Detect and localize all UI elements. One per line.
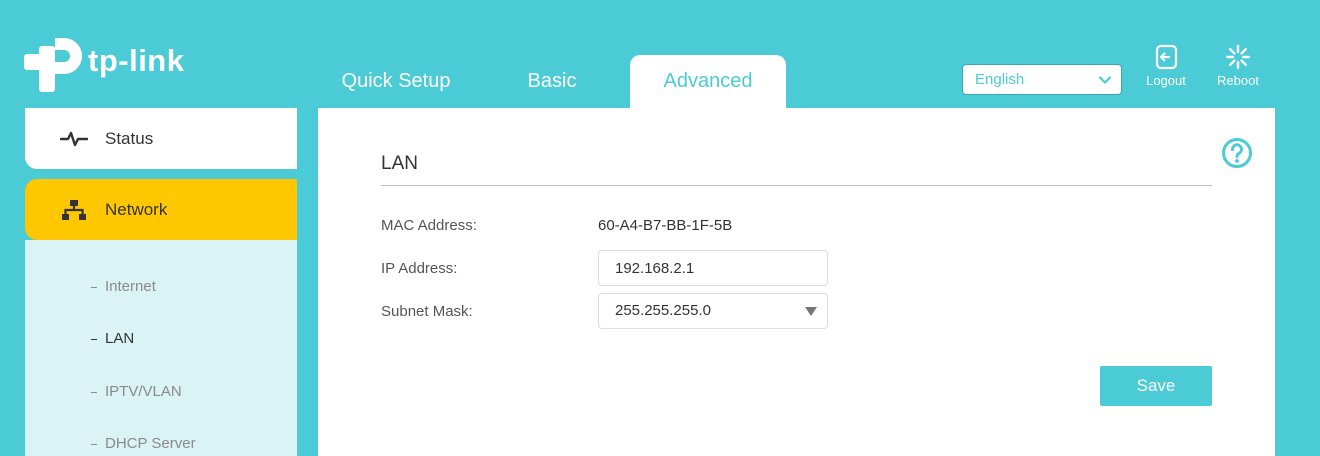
main-panel: LAN MAC Address: 60-A4-B7-BB-1F-5B IP Ad… — [318, 108, 1275, 456]
tab-basic[interactable]: Basic — [474, 55, 630, 108]
language-select[interactable]: English — [962, 64, 1122, 95]
tp-link-logo-icon — [24, 38, 82, 92]
subnet-mask-select[interactable]: 255.255.255.0 — [598, 293, 828, 329]
submenu-item-label: LAN — [105, 330, 135, 347]
brand-name: tp-link — [88, 43, 185, 78]
mac-address-value: 60-A4-B7-BB-1F-5B — [598, 217, 733, 234]
sidebar-item-status[interactable]: Status — [25, 108, 297, 169]
reboot-button[interactable]: Reboot — [1208, 44, 1268, 88]
logout-label: Logout — [1146, 73, 1186, 88]
save-button[interactable]: Save — [1100, 366, 1212, 406]
reboot-label: Reboot — [1217, 73, 1259, 88]
reboot-icon — [1225, 44, 1251, 70]
dropdown-arrow-icon — [805, 307, 817, 316]
submenu-item-dhcp-server[interactable]: DHCP Server — [91, 435, 196, 452]
network-topology-icon — [59, 198, 89, 222]
submenu-item-label: IPTV/VLAN — [105, 383, 182, 400]
tab-advanced[interactable]: Advanced — [630, 55, 786, 108]
subnet-mask-value: 255.255.255.0 — [615, 302, 711, 319]
logout-icon — [1155, 44, 1178, 70]
subnet-mask-label: Subnet Mask: — [381, 303, 473, 320]
sidebar-item-network[interactable]: Network — [25, 179, 297, 240]
section-title: LAN — [381, 153, 418, 174]
language-selected-value: English — [975, 71, 1025, 88]
submenu-dash — [91, 338, 97, 340]
sidebar-item-network-label: Network — [105, 199, 168, 219]
tp-link-logo[interactable]: tp-link — [24, 32, 185, 94]
section-divider — [381, 185, 1212, 186]
submenu-item-label: Internet — [105, 278, 156, 295]
submenu-item-internet[interactable]: Internet — [91, 278, 156, 295]
submenu-item-iptv-vlan[interactable]: IPTV/VLAN — [91, 383, 182, 400]
router-admin-page: tp-link Quick Setup Basic Advanced Engli… — [0, 0, 1320, 456]
logout-button[interactable]: Logout — [1136, 44, 1196, 88]
submenu-dash — [91, 391, 97, 393]
help-icon[interactable] — [1221, 137, 1253, 169]
ip-address-label: IP Address: — [381, 260, 458, 277]
chevron-down-icon — [1099, 76, 1111, 84]
submenu-dash — [91, 443, 97, 445]
ip-address-input[interactable] — [598, 250, 828, 286]
submenu-item-lan[interactable]: LAN — [91, 330, 134, 347]
submenu-item-label: DHCP Server — [105, 435, 196, 452]
network-submenu: Internet LAN IPTV/VLAN DHCP Server — [25, 240, 297, 456]
mac-address-label: MAC Address: — [381, 217, 477, 234]
pulse-icon — [59, 127, 89, 151]
tab-quick-setup[interactable]: Quick Setup — [318, 55, 474, 108]
sidebar-item-status-label: Status — [105, 128, 154, 148]
submenu-dash — [91, 286, 97, 288]
